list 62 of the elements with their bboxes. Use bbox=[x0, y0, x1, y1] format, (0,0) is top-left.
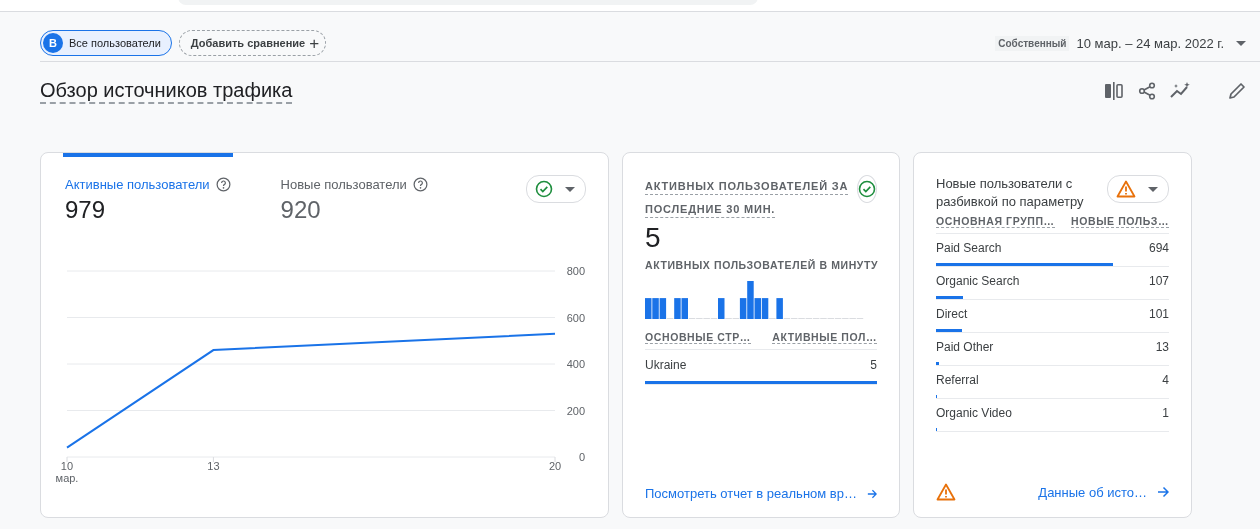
caret-icon bbox=[1236, 40, 1246, 46]
row-label: Organic Search bbox=[936, 274, 1020, 288]
x-axis-label: 13 bbox=[207, 460, 220, 472]
status-button[interactable] bbox=[857, 175, 877, 203]
compare-icon[interactable] bbox=[1104, 82, 1124, 100]
card-value: 5 bbox=[645, 221, 662, 255]
card-title: АКТИВНЫХ ПОЛЬЗОВАТЕЛЕЙ ЗА ПОСЛЕДНИЕ 30 МИН. bbox=[645, 179, 849, 217]
caret-icon bbox=[1148, 186, 1158, 192]
metric-label: Новые пользователи bbox=[280, 177, 407, 192]
y-axis-label: 800 bbox=[566, 265, 585, 277]
chart-caption: АКТИВНЫХ ПОЛЬЗОВАТЕЛЕЙ В МИНУТУ bbox=[645, 259, 877, 271]
warning-icon bbox=[1116, 180, 1136, 198]
date-type-tag: Собственный bbox=[995, 35, 1070, 51]
warning-icon bbox=[936, 483, 956, 501]
x-axis-label: 20 bbox=[548, 460, 562, 472]
help-icon[interactable] bbox=[215, 177, 231, 192]
share-icon[interactable] bbox=[1138, 82, 1156, 100]
metric-value: 979 bbox=[65, 196, 107, 224]
row-value: 5 bbox=[870, 358, 877, 372]
segment-label: Все пользователи bbox=[69, 37, 161, 49]
row-value: 107 bbox=[1148, 274, 1169, 288]
column-header: ОСНОВНЫЕ СТР… bbox=[645, 331, 751, 344]
help-icon[interactable] bbox=[412, 177, 428, 192]
y-axis-label: 600 bbox=[566, 311, 585, 324]
row-label: Organic Video bbox=[936, 406, 1012, 420]
row-value: 4 bbox=[1162, 373, 1169, 387]
y-axis-label: 0 bbox=[578, 451, 585, 463]
row-value: 1 bbox=[1162, 406, 1169, 420]
row-label: Ukraine bbox=[645, 358, 687, 372]
segment-chip[interactable]: В Все пользователи bbox=[40, 30, 172, 56]
row-label: Referral bbox=[936, 373, 979, 387]
status-dropdown[interactable] bbox=[1107, 175, 1169, 203]
row-value: 694 bbox=[1148, 241, 1169, 255]
page-title: Обзор источников трафика bbox=[40, 78, 293, 104]
arrow-right-icon bbox=[1157, 486, 1169, 498]
check-circle-icon bbox=[858, 180, 876, 198]
pencil-icon[interactable] bbox=[1228, 82, 1246, 100]
column-header: ОСНОВНАЯ ГРУПП… bbox=[936, 215, 1055, 228]
y-axis-label: 400 bbox=[566, 358, 585, 370]
metric-tab[interactable]: Активные пользователи 979 bbox=[63, 153, 233, 224]
date-range[interactable]: 10 мар. – 24 мар. 2022 г. bbox=[1076, 35, 1224, 51]
row-label: Paid Other bbox=[936, 340, 994, 354]
report-link[interactable]: Данные об исто… bbox=[1038, 484, 1147, 500]
caret-icon bbox=[565, 186, 575, 192]
metric-value: 920 bbox=[280, 196, 322, 224]
status-dropdown[interactable] bbox=[526, 175, 586, 203]
segment-badge: В bbox=[43, 33, 63, 53]
arrow-right-icon bbox=[867, 487, 877, 500]
column-header: НОВЫЕ ПОЛЬЗ… bbox=[1071, 215, 1169, 228]
row-label: Direct bbox=[936, 307, 968, 321]
card-title: Новые пользователи с разбивкой по параметру bbox=[936, 175, 1085, 211]
row-value: 13 bbox=[1155, 340, 1169, 354]
metric-label: Активные пользователи bbox=[65, 177, 210, 192]
insights-icon[interactable] bbox=[1170, 82, 1192, 100]
metric-tab[interactable]: Новые пользователи 920 bbox=[278, 153, 430, 224]
check-circle-icon bbox=[535, 180, 553, 198]
y-axis-label: 200 bbox=[566, 404, 585, 417]
row-value: 101 bbox=[1148, 307, 1169, 321]
x-axis-label: 10 мар. bbox=[55, 460, 79, 484]
column-header: АКТИВНЫЕ ПОЛ… bbox=[772, 331, 877, 344]
report-link[interactable]: Посмотреть отчет в реальном вр… bbox=[645, 486, 857, 501]
row-label: Paid Search bbox=[936, 241, 1002, 255]
